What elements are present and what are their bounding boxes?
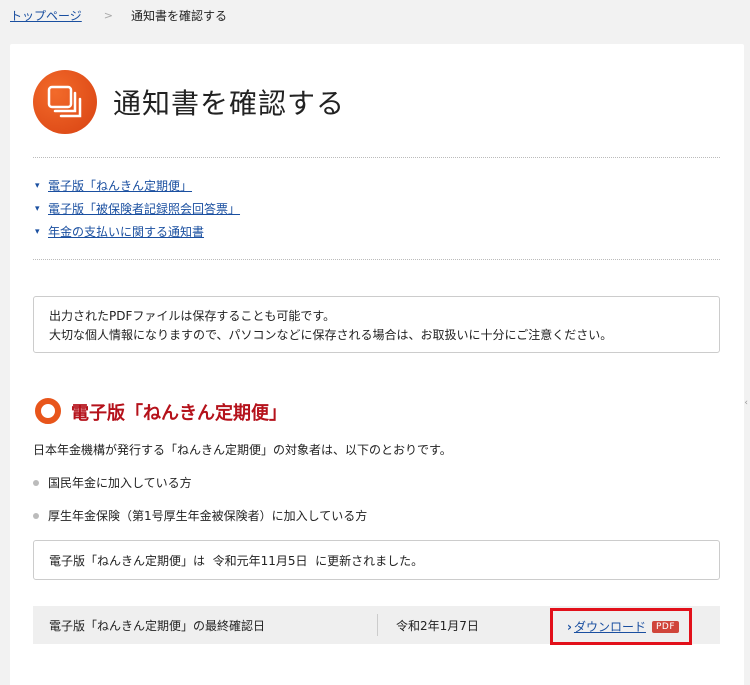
scroll-indicator-icon: ‹ xyxy=(744,398,748,408)
breadcrumb-home-link[interactable]: トップページ xyxy=(10,7,82,24)
update-notice-box: 電子版「ねんきん定期便」は 令和元年11月5日 に更新されました。 xyxy=(33,540,720,580)
last-check-label: 電子版「ねんきん定期便」の最終確認日 xyxy=(49,618,266,633)
notice-line: 大切な個人情報になりますので、パソコンなどに保存される場合は、お取扱いに十分にご… xyxy=(49,328,613,342)
documents-icon xyxy=(33,70,97,134)
update-notice-text: 電子版「ねんきん定期便」は 令和元年11月5日 に更新されました。 xyxy=(49,553,424,568)
breadcrumb-current: 通知書を確認する xyxy=(130,8,227,23)
last-check-row: 電子版「ねんきん定期便」の最終確認日 令和2年1月7日 › ダウンロード PDF xyxy=(33,606,720,645)
anchor-item: ▾ 電子版「ねんきん定期便」 xyxy=(35,174,240,197)
list-item-text: 厚生年金保険（第1号厚生年金被保険者）に加入している方 xyxy=(48,509,368,523)
chevron-right-icon: › xyxy=(567,619,572,634)
notice-line: 出力されたPDFファイルは保存することも可能です。 xyxy=(49,309,336,323)
bullet-icon xyxy=(33,479,39,486)
list-item-text: 国民年金に加入している方 xyxy=(48,476,192,490)
divider xyxy=(33,157,720,158)
anchor-link-hihokensha-kiroku[interactable]: 電子版「被保険者記録照会回答票」 xyxy=(48,200,240,217)
last-check-date: 令和2年1月7日 xyxy=(396,618,479,633)
notice-box: 出力されたPDFファイルは保存することも可能です。 大切な個人情報になりますので… xyxy=(33,296,720,353)
chevron-down-icon: ▾ xyxy=(35,203,40,214)
target-list: 国民年金に加入している方 厚生年金保険（第1号厚生年金被保険者）に加入している方 xyxy=(33,466,367,532)
section-title: 電子版「ねんきん定期便」 xyxy=(71,403,287,424)
divider xyxy=(33,259,720,260)
section-description: 日本年金機構が発行する「ねんきん定期便」の対象者は、以下のとおりです。 xyxy=(33,443,452,457)
bullet-icon xyxy=(33,512,39,519)
download-highlight-box: › ダウンロード PDF xyxy=(550,608,692,645)
anchor-link-nenkin-teikibin[interactable]: 電子版「ねんきん定期便」 xyxy=(48,177,192,194)
chevron-down-icon: ▾ xyxy=(35,180,40,191)
breadcrumb: トップページ > 通知書を確認する xyxy=(10,6,227,24)
list-item: 国民年金に加入している方 xyxy=(33,466,367,499)
download-label: ダウンロード xyxy=(573,620,646,634)
chevron-down-icon: ▾ xyxy=(35,226,40,237)
anchor-link-list: ▾ 電子版「ねんきん定期便」 ▾ 電子版「被保険者記録照会回答票」 ▾ 年金の支… xyxy=(35,174,240,243)
page-title: 通知書を確認する xyxy=(113,87,346,120)
breadcrumb-separator: > xyxy=(103,8,113,22)
anchor-item: ▾ 年金の支払いに関する通知書 xyxy=(35,220,240,243)
main-card: 通知書を確認する ▾ 電子版「ねんきん定期便」 ▾ 電子版「被保険者記録照会回答… xyxy=(10,44,744,685)
list-item: 厚生年金保険（第1号厚生年金被保険者）に加入している方 xyxy=(33,499,367,532)
download-pdf-link[interactable]: › ダウンロード PDF xyxy=(567,618,680,635)
anchor-item: ▾ 電子版「被保険者記録照会回答票」 xyxy=(35,197,240,220)
section-circle-icon xyxy=(35,398,61,424)
anchor-link-payment-notice[interactable]: 年金の支払いに関する通知書 xyxy=(48,223,204,240)
pdf-badge: PDF xyxy=(651,620,680,633)
